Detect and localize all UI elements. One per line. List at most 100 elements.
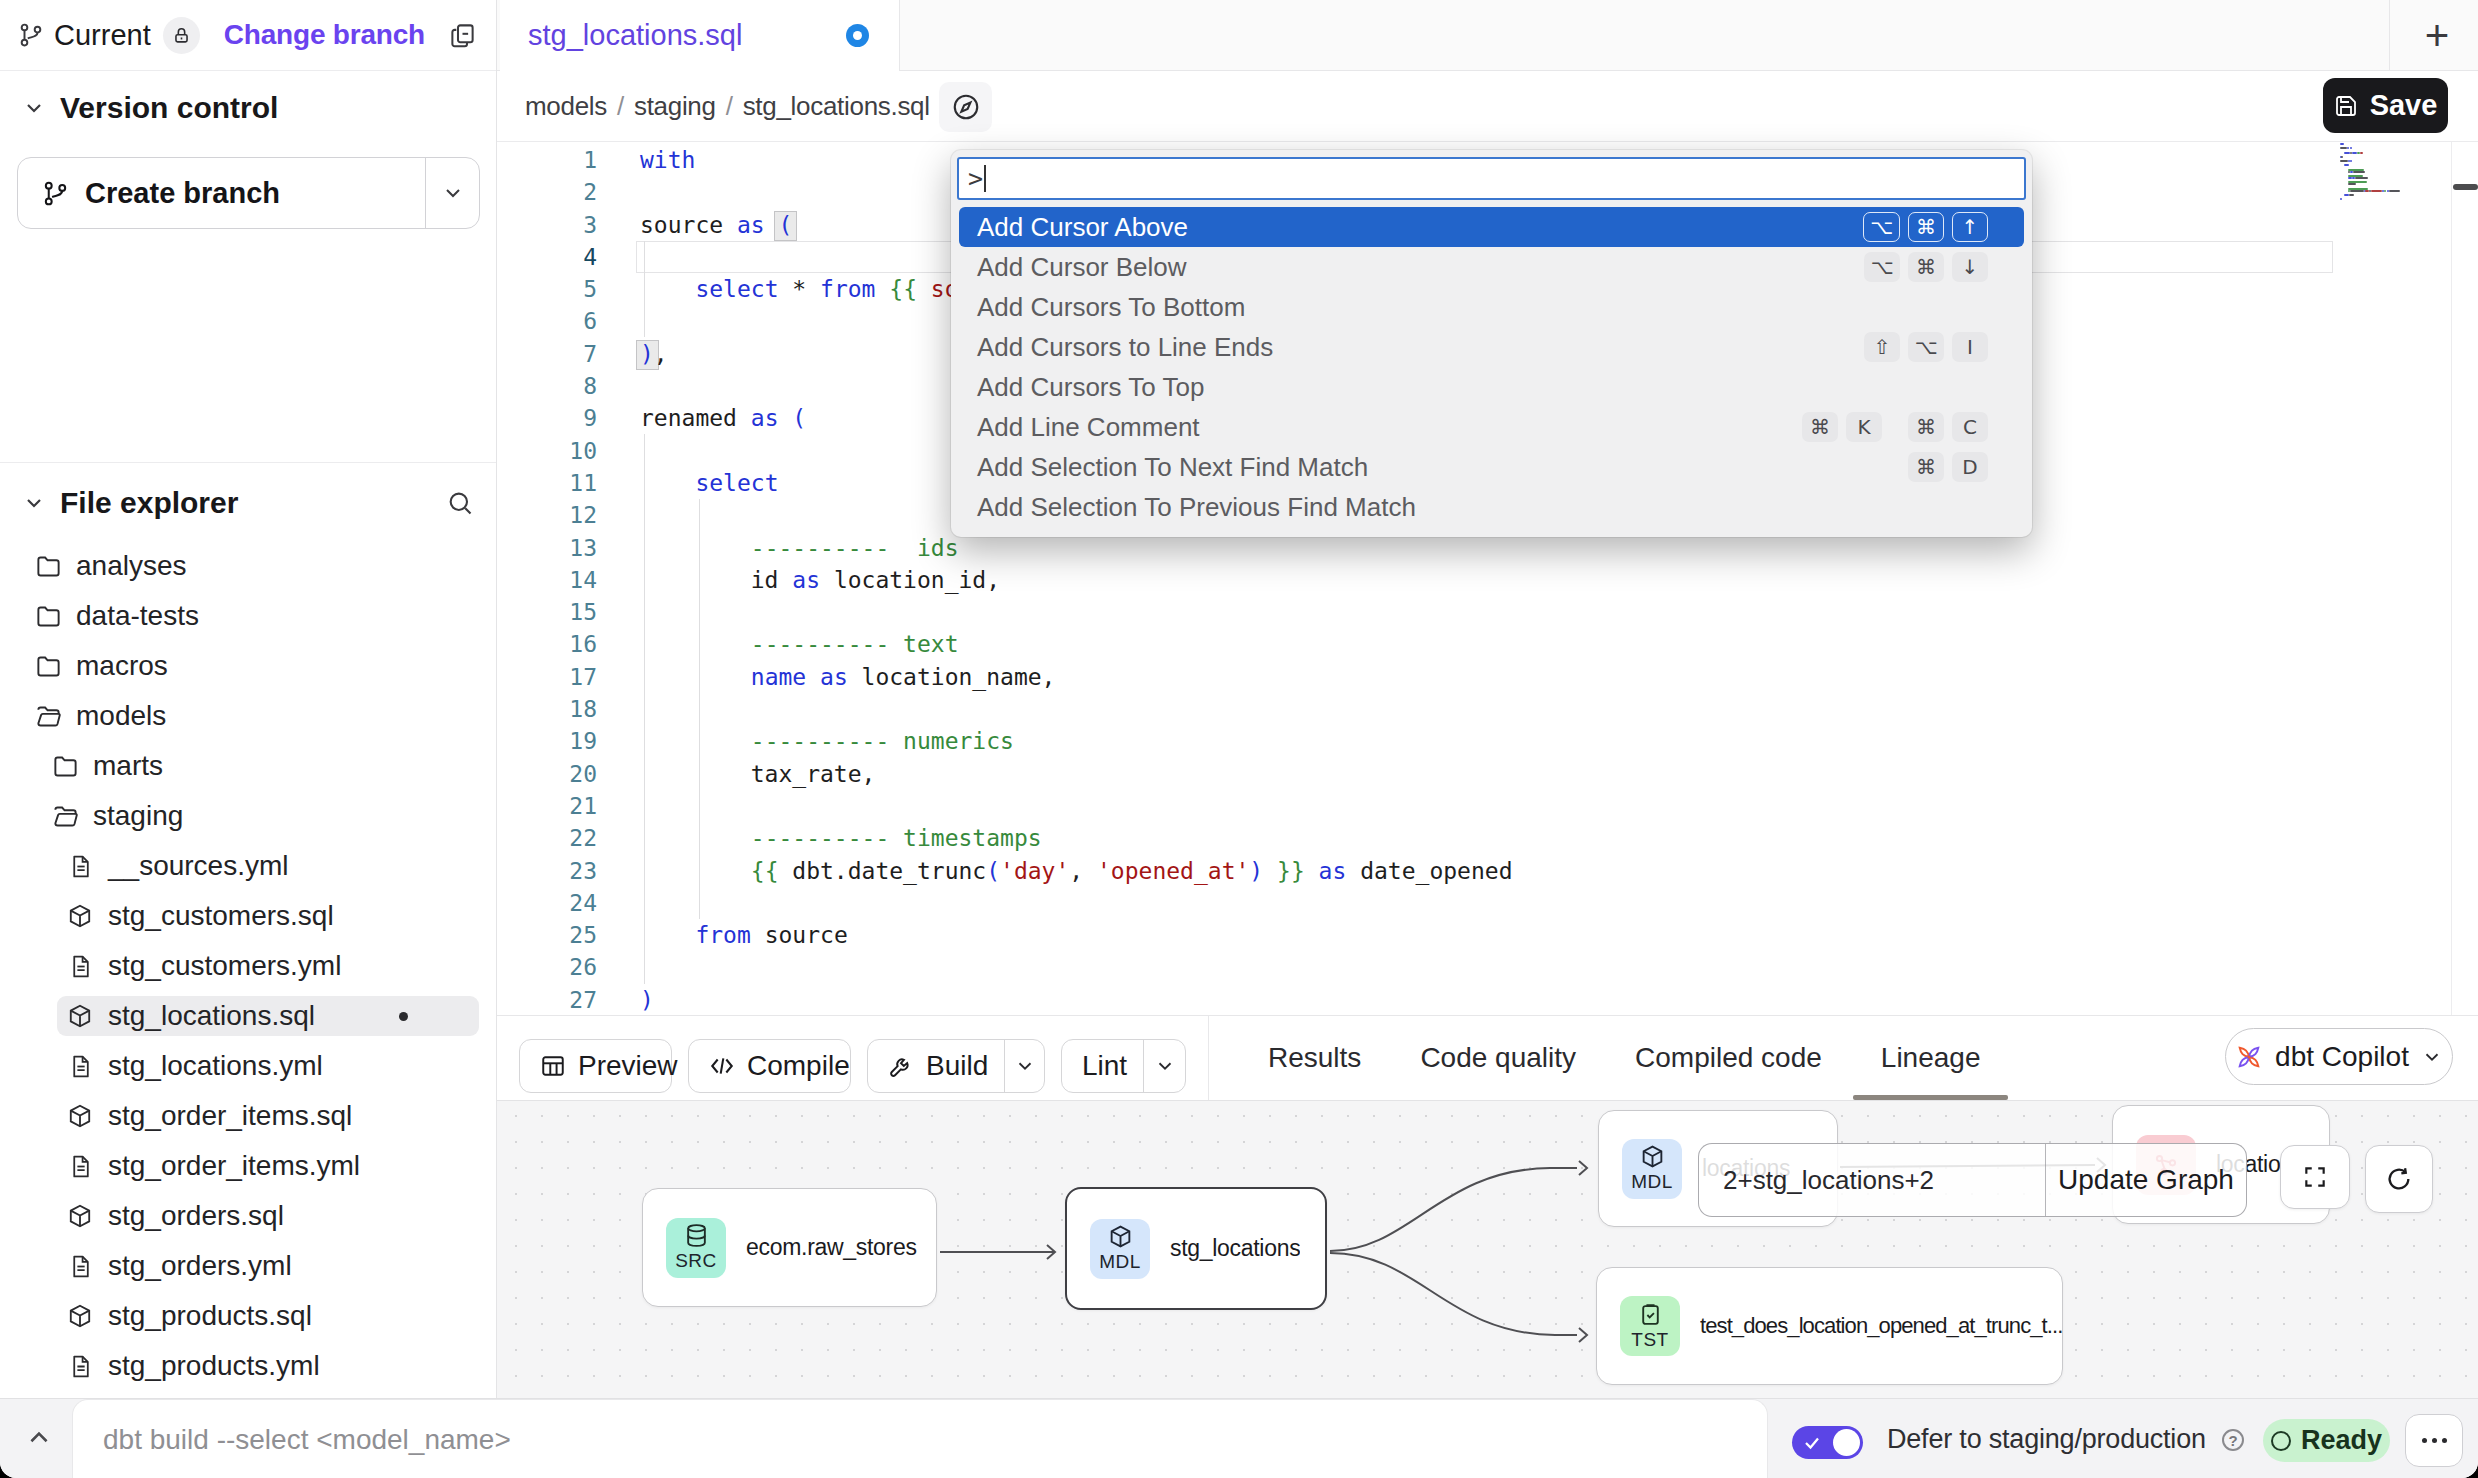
source-badge: SRC [666, 1218, 726, 1278]
folder-staging[interactable]: staging [0, 791, 496, 841]
change-branch-link[interactable]: Change branch [224, 19, 425, 51]
lineage-graph[interactable]: SRC ecom.raw_stores MDL stg_locations MD… [497, 1101, 2478, 1398]
lineage-node-model-selected[interactable]: MDL stg_locations [1065, 1187, 1327, 1310]
shortcut-keys: ⇧⌥I [1864, 332, 1988, 362]
tab-lineage[interactable]: Lineage [1881, 1016, 1981, 1100]
database-icon [684, 1223, 709, 1248]
file-stg_orders.sql[interactable]: stg_orders.sql [0, 1191, 496, 1241]
chevron-down-icon [1014, 1055, 1036, 1077]
command-list: Add Cursor Above⌥⌘↑Add Cursor Below⌥⌘↓Ad… [959, 207, 2024, 537]
command-item[interactable]: Add Selection To Next Find Match⌘D [959, 447, 2024, 487]
command-item[interactable]: Add Cursor Above⌥⌘↑ [959, 207, 2024, 247]
dbt-copilot-button[interactable]: dbt Copilot [2225, 1028, 2453, 1085]
key-cap: ↓ [1952, 252, 1988, 282]
build-dropdown[interactable] [1004, 1040, 1044, 1092]
create-branch-button[interactable]: Create branch [17, 157, 480, 229]
breadcrumb-segment[interactable]: stg_locations.sql [743, 91, 930, 122]
update-graph-button[interactable]: Update Graph [2046, 1144, 2246, 1216]
preview-button[interactable]: Preview [519, 1039, 672, 1093]
save-button[interactable]: Save [2323, 78, 2448, 133]
create-branch-main[interactable]: Create branch [18, 158, 425, 228]
file-stg_customers.yml[interactable]: stg_customers.yml [0, 941, 496, 991]
refresh-button[interactable] [2365, 1145, 2433, 1213]
key-cap: ⇧ [1864, 332, 1900, 362]
file-stg_locations.yml[interactable]: stg_locations.yml [0, 1041, 496, 1091]
command-item[interactable]: Add Selection To Previous Find Match [959, 487, 2024, 527]
copy-icon[interactable] [449, 22, 476, 49]
build-button[interactable]: Build [867, 1039, 1045, 1093]
file-name: staging [93, 800, 183, 832]
lineage-node-source[interactable]: SRC ecom.raw_stores [642, 1188, 937, 1307]
command-item[interactable]: Add Cursors to Line Ends⇧⌥I [959, 327, 2024, 367]
folder-data-tests[interactable]: data-tests [0, 591, 496, 641]
file-__sources.yml[interactable]: __sources.yml [0, 841, 496, 891]
file-stg_order_items.sql[interactable]: stg_order_items.sql [0, 1091, 496, 1141]
folder-macros[interactable]: macros [0, 641, 496, 691]
tab-results[interactable]: Results [1268, 1016, 1361, 1100]
minimap[interactable] [2340, 142, 2405, 204]
document-icon [65, 854, 95, 879]
shortcut-keys: ⌘D [1908, 452, 1988, 482]
help-icon[interactable]: ? [2222, 1429, 2244, 1451]
tab-compiled-code[interactable]: Compiled code [1635, 1016, 1822, 1100]
file-explorer-section-header[interactable]: File explorer [0, 480, 496, 526]
command-item[interactable]: Add Cursors To Top [959, 367, 2024, 407]
key-cap: C [1952, 412, 1988, 442]
model-cube-icon [65, 1203, 95, 1229]
search-icon[interactable] [446, 489, 474, 517]
file-stg_products.yml[interactable]: stg_products.yml [0, 1341, 496, 1391]
file-stg_customers.sql[interactable]: stg_customers.sql [0, 891, 496, 941]
cli-command-placeholder: dbt build --select <model_name> [103, 1424, 511, 1456]
file-name: stg_products.sql [108, 1300, 312, 1332]
compile-button[interactable]: Compile [688, 1039, 851, 1093]
code-line: tax_rate, [640, 758, 1512, 790]
defer-toggle[interactable] [1792, 1426, 1863, 1459]
lint-button[interactable]: Lint [1061, 1039, 1186, 1093]
badge-label: SRC [675, 1250, 717, 1272]
new-tab-button[interactable]: + [2409, 8, 2465, 64]
command-item[interactable]: Add Cursor Below⌥⌘↓ [959, 247, 2024, 287]
folder-models[interactable]: models [0, 691, 496, 741]
command-item[interactable]: Add Selections To All Find Matches [959, 527, 2024, 537]
docs-compass-button[interactable] [939, 82, 992, 132]
create-branch-dropdown[interactable] [425, 158, 479, 228]
lineage-search-input[interactable]: 2+stg_locations+2 [1699, 1144, 2046, 1216]
modified-dot [399, 1012, 408, 1021]
breadcrumb-bar: models/staging/stg_locations.sql Save [497, 71, 2478, 142]
file-stg_orders.yml[interactable]: stg_orders.yml [0, 1241, 496, 1291]
file-stg_locations.sql[interactable]: stg_locations.sql [0, 991, 496, 1041]
ready-status-badge[interactable]: Ready [2263, 1419, 2390, 1462]
command-item[interactable]: Add Cursors To Bottom [959, 287, 2024, 327]
model-cube-icon [65, 903, 95, 929]
more-options-button[interactable] [2405, 1414, 2463, 1467]
key-cap: ⌘ [1908, 452, 1944, 482]
key-cap: K [1846, 412, 1882, 442]
table-icon [540, 1053, 566, 1079]
command-item[interactable]: Add Line Comment⌘K⌘C [959, 407, 2024, 447]
version-control-section-header[interactable]: Version control [0, 86, 496, 130]
current-branch-label: Current [54, 19, 151, 52]
folder-marts[interactable]: marts [0, 741, 496, 791]
defer-label: Defer to staging/production [1887, 1399, 2206, 1478]
toggle-knob [1833, 1429, 1860, 1456]
tab-stg-locations-sql[interactable]: stg_locations.sql [500, 0, 900, 71]
lineage-node-test[interactable]: TST test_does_location_opened_at_trunc_t… [1596, 1267, 2063, 1385]
breadcrumb-segment[interactable]: models [525, 91, 607, 122]
save-label: Save [2370, 89, 2438, 122]
breadcrumb-segment[interactable]: staging [634, 91, 716, 122]
fullscreen-icon [2302, 1164, 2328, 1190]
file-stg_order_items.yml[interactable]: stg_order_items.yml [0, 1141, 496, 1191]
chevron-up-icon[interactable] [26, 1425, 52, 1451]
code-line: ---------- timestamps [640, 822, 1512, 854]
fullscreen-button[interactable] [2280, 1145, 2350, 1209]
scrollbar-thumb[interactable] [2453, 184, 2478, 190]
folder-analyses[interactable]: analyses [0, 541, 496, 591]
file-name: marts [93, 750, 163, 782]
command-palette-input[interactable]: > [957, 157, 2026, 200]
chevron-down-icon [441, 181, 465, 205]
file-stg_products.sql[interactable]: stg_products.sql [0, 1291, 496, 1341]
command-input-panel[interactable]: dbt build --select <model_name> [72, 1399, 1768, 1478]
lint-dropdown[interactable] [1143, 1040, 1185, 1092]
text-caret [984, 165, 986, 192]
tab-code-quality[interactable]: Code quality [1420, 1016, 1576, 1100]
